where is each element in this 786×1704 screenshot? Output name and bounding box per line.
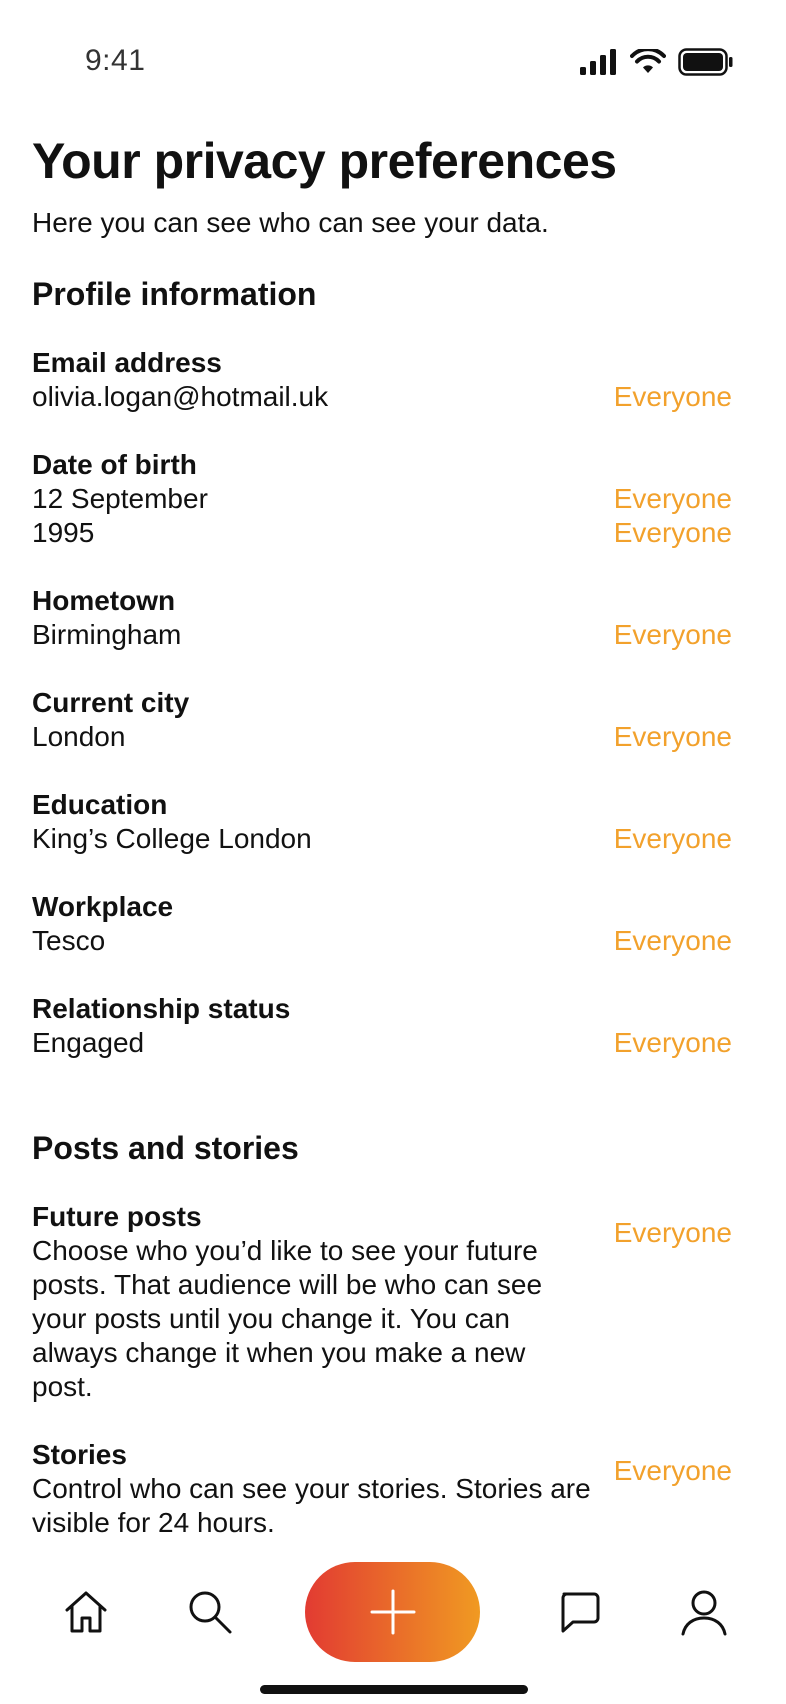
item-label: Education (32, 789, 168, 820)
chat-icon (561, 1592, 600, 1633)
home-indicator (260, 1685, 528, 1694)
item-value: olivia.logan@hotmail.uk (32, 381, 329, 412)
item-description: Choose who you’d like to see your future… (32, 1235, 543, 1402)
privacy-content: Your privacy preferences Here you can se… (32, 128, 732, 1540)
item-value: London (32, 721, 126, 752)
item-value: Birmingham (32, 619, 182, 650)
audience-selector-education[interactable]: Everyone (614, 822, 732, 856)
item-label: Future posts (32, 1201, 202, 1232)
privacy-item-education[interactable]: Education King’s College London Everyone (32, 788, 732, 856)
section-title-profile: Profile information (32, 276, 317, 312)
audience-selector-hometown[interactable]: Everyone (614, 618, 732, 652)
item-label: Workplace (32, 891, 174, 922)
item-label: Stories (32, 1439, 127, 1470)
plus-icon (370, 1589, 415, 1635)
privacy-item-date-of-birth[interactable]: Date of birth 12 September 1995 Everyone… (32, 448, 732, 550)
privacy-item-relationship-status[interactable]: Relationship status Engaged Everyone (32, 992, 732, 1060)
audience-selector-email[interactable]: Everyone (614, 380, 732, 414)
item-value: Tesco (32, 925, 106, 956)
privacy-item-email[interactable]: Email address olivia.logan@hotmail.uk Ev… (32, 346, 732, 414)
item-value: King’s College London (32, 823, 312, 854)
audience-selector-relationship[interactable]: Everyone (614, 1026, 732, 1060)
privacy-item-current-city[interactable]: Current city London Everyone (32, 686, 732, 754)
audience-selector-dob-day[interactable]: Everyone (614, 482, 732, 516)
signal-icon (580, 49, 616, 75)
battery-icon (678, 48, 733, 76)
nav-search[interactable] (186, 1588, 234, 1641)
item-value-line1: 12 September (32, 483, 208, 514)
item-label: Relationship status (32, 993, 291, 1024)
search-icon (189, 1591, 232, 1634)
status-bar: 9:41 (0, 0, 786, 100)
status-time: 9:41 (85, 44, 146, 77)
wifi-icon (630, 49, 666, 73)
privacy-item-future-posts[interactable]: Future posts Choose who you’d like to se… (32, 1200, 732, 1404)
page-title: Your privacy preferences (32, 133, 617, 189)
status-icons (580, 48, 734, 76)
home-icon (65, 1591, 107, 1633)
item-value-line2: 1995 (32, 517, 95, 548)
audience-selector-future-posts[interactable]: Everyone (614, 1216, 732, 1250)
privacy-item-hometown[interactable]: Hometown Birmingham Everyone (32, 584, 732, 652)
item-label: Hometown (32, 585, 176, 616)
create-post-button[interactable] (305, 1562, 480, 1662)
nav-home[interactable] (62, 1588, 110, 1641)
page-subtitle: Here you can see who can see your data. (32, 207, 549, 238)
item-label: Date of birth (32, 449, 197, 480)
item-description: Control who can see your stories. Storie… (32, 1473, 591, 1538)
privacy-item-stories[interactable]: Stories Control who can see your stories… (32, 1438, 732, 1540)
section-title-posts: Posts and stories (32, 1130, 299, 1166)
audience-selector-city[interactable]: Everyone (614, 720, 732, 754)
audience-selector-dob-year[interactable]: Everyone (614, 516, 732, 550)
item-label: Current city (32, 687, 190, 718)
item-label: Email address (32, 347, 222, 378)
privacy-item-workplace[interactable]: Workplace Tesco Everyone (32, 890, 732, 958)
nav-profile[interactable] (680, 1588, 728, 1641)
nav-messages[interactable] (555, 1588, 603, 1641)
audience-selector-workplace[interactable]: Everyone (614, 924, 732, 958)
profile-icon (681, 1590, 727, 1636)
item-value: Engaged (32, 1027, 145, 1058)
audience-selector-stories[interactable]: Everyone (614, 1454, 732, 1488)
